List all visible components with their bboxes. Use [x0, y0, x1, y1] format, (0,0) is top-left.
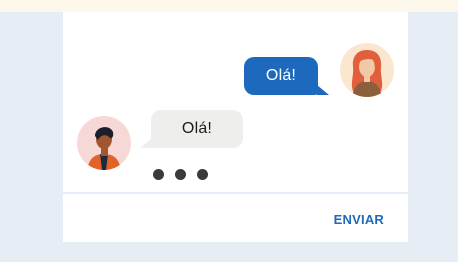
typing-dot-icon — [153, 168, 164, 180]
chat-card: Olá! Olá! ENVIAR — [63, 12, 408, 242]
woman-red-hair-avatar-icon — [340, 43, 394, 97]
divider — [63, 192, 408, 194]
typing-indicator — [153, 167, 213, 181]
typing-dot-icon — [175, 168, 186, 180]
incoming-message-bubble: Olá! — [140, 110, 243, 148]
incoming-message-text: Olá! — [181, 120, 213, 137]
typing-dot-icon — [197, 168, 208, 180]
outgoing-message-bubble: Olá! — [244, 57, 329, 95]
man-dark-hair-avatar-icon — [77, 116, 131, 170]
left-side-band — [0, 12, 8, 262]
top-strip — [0, 0, 458, 12]
send-button[interactable]: ENVIAR — [334, 212, 384, 227]
outgoing-message-text: Olá! — [265, 67, 297, 84]
